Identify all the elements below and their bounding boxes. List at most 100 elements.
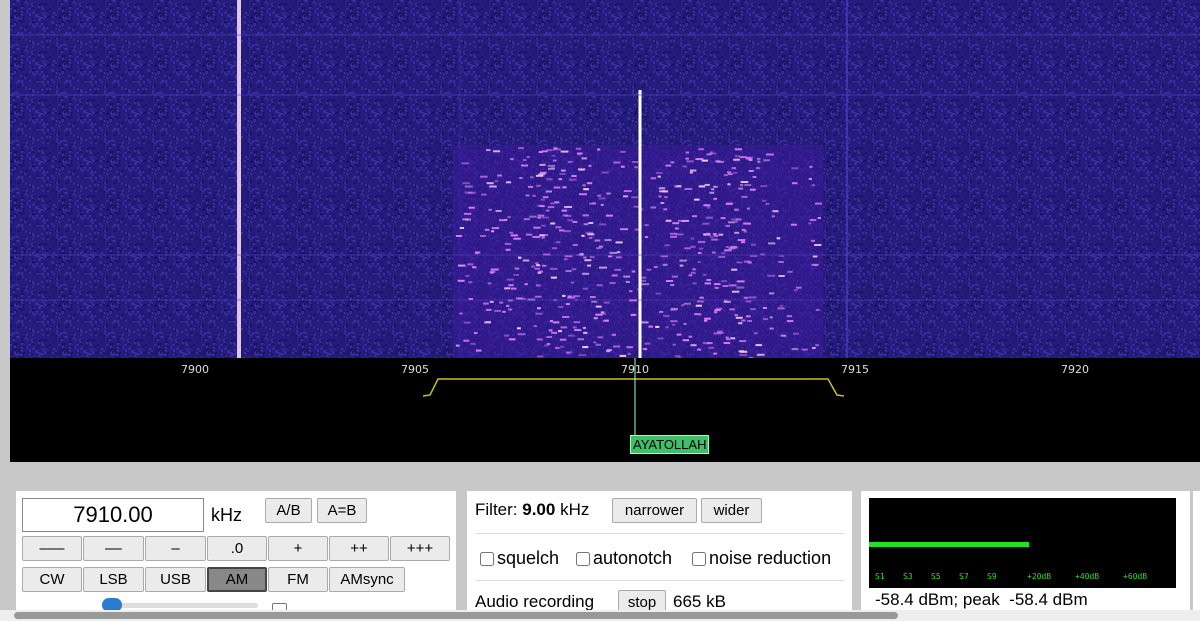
signal-speck — [809, 219, 817, 221]
signal-speck — [595, 305, 602, 308]
waterfall-display[interactable] — [10, 0, 1200, 358]
signal-speck — [747, 320, 752, 322]
frequency-input[interactable] — [22, 498, 204, 532]
narrower-button[interactable]: narrower — [612, 498, 697, 523]
signal-speck — [706, 279, 712, 281]
signal-speck — [567, 296, 576, 299]
station-label[interactable]: AYATOLLAH — [630, 435, 710, 454]
signal-speck — [593, 341, 597, 344]
signal-speck — [551, 154, 556, 157]
signal-speck — [590, 296, 596, 298]
wider-button[interactable]: wider — [701, 498, 762, 523]
signal-speck — [761, 199, 767, 202]
autonotch-option[interactable]: autonotch — [571, 548, 672, 569]
signal-speck — [604, 239, 612, 242]
signal-speck — [663, 208, 668, 211]
signal-speck — [499, 219, 505, 222]
mode-am-button[interactable]: AM — [207, 567, 267, 592]
smeter-tick-label: S3 — [903, 572, 913, 581]
signal-speck — [481, 193, 487, 196]
noise-reduction-option[interactable]: noise reduction — [687, 548, 831, 569]
signal-speck — [546, 343, 551, 345]
frequency-scale[interactable]: 7900 7905 7910 7915 7920 AYATOLLAH — [10, 358, 1200, 462]
step-up-medium-button[interactable]: ++ — [329, 536, 389, 561]
signal-speck — [495, 210, 502, 212]
autonotch-label: autonotch — [593, 548, 673, 568]
signal-speck — [567, 334, 575, 337]
signal-speck — [534, 295, 542, 298]
a-equals-b-button[interactable]: A=B — [317, 498, 367, 523]
signal-speck — [620, 165, 625, 168]
signal-speck — [509, 338, 516, 341]
signal-speck — [751, 243, 756, 246]
mode-amsync-button[interactable]: AMsync — [329, 567, 405, 592]
signal-speck — [810, 239, 815, 242]
signal-speck — [514, 267, 520, 270]
mode-usb-button[interactable]: USB — [145, 567, 206, 592]
smeter-display: S1 S3 S5 S7 S9 +20dB +40dB +60dB — [869, 498, 1176, 588]
signal-speck — [711, 251, 716, 254]
signal-speck — [713, 197, 717, 200]
signal-speck — [682, 339, 689, 342]
scrollbar-thumb[interactable] — [14, 612, 898, 619]
signal-speck — [771, 215, 775, 218]
signal-speck — [716, 160, 724, 163]
step-down-small-button[interactable]: – — [145, 536, 206, 561]
signal-speck — [743, 222, 751, 225]
step-up-small-button[interactable]: + — [268, 536, 328, 561]
signal-speck — [596, 284, 603, 287]
step-up-large-button[interactable]: +++ — [390, 536, 450, 561]
signal-speck — [579, 193, 587, 196]
signal-speck — [506, 278, 514, 281]
signal-speck — [554, 201, 560, 204]
signal-speck — [626, 346, 633, 349]
signal-speck — [808, 178, 812, 180]
signal-speck — [740, 350, 748, 353]
noise-reduction-checkbox[interactable] — [692, 551, 706, 566]
signal-speck — [530, 176, 534, 179]
step-down-large-button[interactable]: ––– — [22, 536, 82, 561]
a-b-button[interactable]: A/B — [265, 498, 312, 523]
signal-speck — [762, 318, 768, 321]
signal-speck — [723, 342, 731, 344]
signal-speck — [740, 181, 749, 183]
divider — [475, 533, 845, 534]
signal-speck — [578, 168, 586, 171]
signal-speck — [703, 204, 711, 207]
signal-speck — [689, 169, 697, 172]
signal-speck — [734, 231, 740, 234]
mode-cw-button[interactable]: CW — [22, 567, 82, 592]
smeter-tick-label: +40dB — [1075, 572, 1100, 581]
signal-speck — [746, 315, 751, 318]
mode-lsb-button[interactable]: LSB — [83, 567, 144, 592]
smeter-tick-label: S9 — [987, 572, 997, 581]
step-down-medium-button[interactable]: –– — [83, 536, 144, 561]
signal-speck — [581, 234, 585, 237]
round-frequency-button[interactable]: .0 — [207, 536, 267, 561]
mode-fm-button[interactable]: FM — [268, 567, 328, 592]
signal-speck — [463, 212, 472, 215]
signal-speck — [671, 323, 676, 326]
signal-speck — [670, 320, 678, 323]
signal-speck — [674, 355, 681, 358]
signal-speck — [665, 164, 672, 167]
squelch-checkbox[interactable] — [480, 551, 494, 566]
volume-slider[interactable] — [102, 598, 258, 612]
signal-speck — [756, 167, 761, 170]
signal-speck — [611, 333, 616, 336]
signal-speck — [550, 276, 557, 279]
signal-speck — [549, 320, 553, 323]
squelch-option[interactable]: squelch — [475, 548, 559, 569]
side-panel-edge — [1193, 491, 1200, 621]
signal-speck — [697, 261, 701, 263]
waterfall-canvas — [10, 0, 1200, 358]
signal-speck — [571, 175, 577, 177]
signal-speck — [510, 234, 518, 237]
signal-speck — [613, 161, 621, 164]
horizontal-scrollbar[interactable] — [0, 610, 1200, 621]
signal-speck — [732, 171, 738, 174]
signal-speck — [577, 153, 581, 156]
signal-speck — [666, 280, 673, 282]
autonotch-checkbox[interactable] — [576, 551, 590, 566]
signal-speck — [595, 343, 602, 346]
